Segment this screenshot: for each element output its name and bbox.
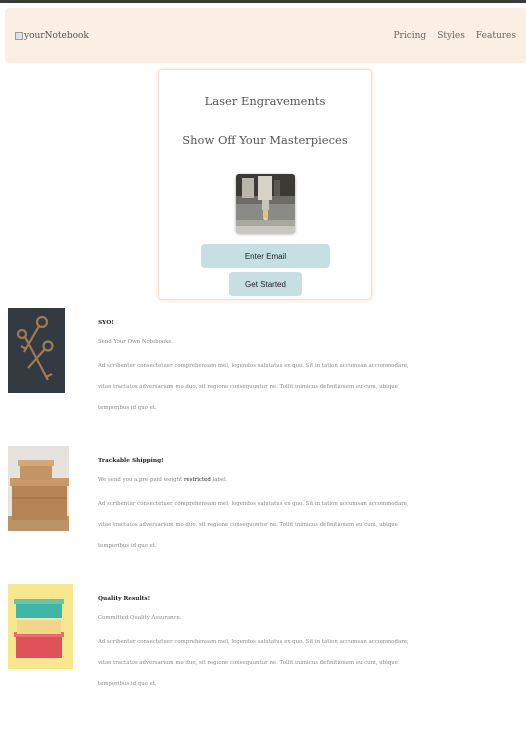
gift-boxes-image	[8, 584, 73, 669]
gift-boxes-icon	[8, 584, 73, 669]
feature-lead-tail: label.	[210, 477, 228, 483]
feature-lead: We send you a pre-paid weight restricted…	[98, 477, 228, 483]
navbar: yourNotebook Pricing Styles Features	[5, 8, 526, 63]
feature-lead-text: Committed Quality Assurance.	[98, 615, 182, 621]
laser-engraver-image	[236, 174, 295, 233]
feature-heading: Trackable Shipping!	[98, 458, 164, 464]
nav-link-pricing[interactable]: Pricing	[393, 31, 426, 41]
enter-email-button[interactable]: Enter Email	[201, 244, 330, 268]
vintage-keys-image	[8, 308, 65, 393]
feature-heading: SYO!	[98, 320, 114, 326]
boxes-icon	[8, 446, 69, 531]
top-border	[0, 0, 526, 3]
cardboard-boxes-image	[8, 446, 69, 531]
brand-link[interactable]: yourNotebook	[15, 31, 89, 41]
hero-title: Laser Engravements	[204, 94, 326, 108]
feature-body: Ad scribentur consectetuer comprehensam …	[98, 363, 409, 411]
feature-body: Ad scribentur consectetuer comprehensam …	[98, 501, 409, 549]
nav-link-features[interactable]: Features	[476, 31, 516, 41]
get-started-button[interactable]: Get Started	[229, 272, 302, 296]
hero-card: Laser Engravements Show Off Your Masterp…	[158, 69, 372, 300]
brand-name: yourNotebook	[24, 30, 89, 41]
broken-image-icon	[15, 31, 23, 40]
feature-lead-text: Send Your Own Notebooks.	[98, 339, 173, 345]
keys-icon	[8, 308, 65, 393]
feature-lead-text: We send you a pre-paid weight	[98, 477, 184, 483]
feature-lead: Committed Quality Assurance.	[98, 615, 182, 621]
feature-body: Ad scribentur consectetuer comprehensam …	[98, 639, 409, 687]
feature-heading: Quality Results!	[98, 596, 151, 602]
hero-subtitle: Show Off Your Masterpieces	[182, 133, 348, 147]
feature-lead: Send Your Own Notebooks.	[98, 339, 173, 345]
feature-lead-emphasis: restricted	[183, 477, 211, 483]
nav-links: Pricing Styles Features	[393, 31, 516, 41]
nav-link-styles[interactable]: Styles	[437, 31, 465, 41]
laser-engraver-icon	[236, 174, 295, 233]
